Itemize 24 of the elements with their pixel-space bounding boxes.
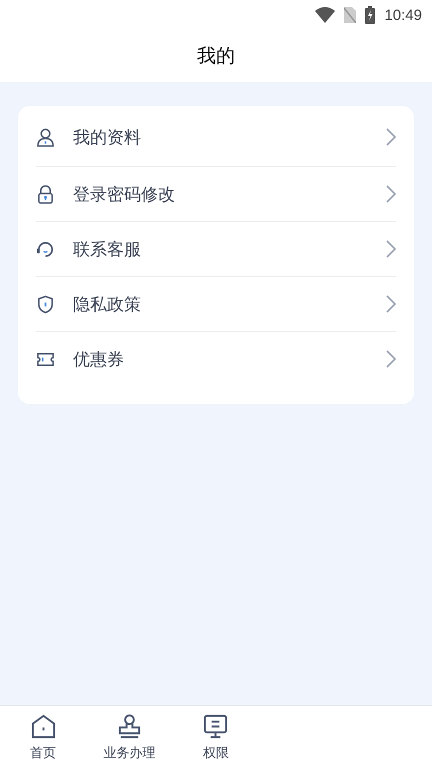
person-icon: [36, 128, 55, 146]
headset-icon: [36, 240, 55, 258]
monitor-icon: [202, 712, 230, 740]
chevron-right-icon: [386, 240, 396, 258]
menu-item[interactable]: 登录密码修改: [36, 167, 396, 222]
status-time: 10:49: [384, 6, 422, 24]
menu-item[interactable]: 优惠券: [36, 332, 396, 386]
menu-item[interactable]: 联系客服: [36, 222, 396, 277]
tab-bar-item[interactable]: 业务办理: [86, 706, 173, 768]
chevron-right-icon: [386, 185, 396, 203]
chevron-right-icon: [386, 295, 396, 313]
chevron-right-icon: [386, 128, 396, 146]
tab-bar-item[interactable]: 首页: [0, 706, 86, 768]
shield-icon: [36, 294, 55, 314]
home-icon: [30, 712, 57, 740]
battery-charging-icon: [365, 6, 376, 24]
tab-bar-item[interactable]: 权限: [172, 706, 260, 768]
no-sim-icon: [344, 7, 356, 23]
lock-icon: [36, 184, 55, 204]
chevron-right-icon: [386, 350, 396, 368]
wifi-icon: [315, 7, 336, 23]
page-title: 我的: [197, 44, 235, 69]
menu-item[interactable]: 隐私政策: [36, 277, 396, 332]
menu-item[interactable]: 我的资料: [36, 108, 396, 167]
